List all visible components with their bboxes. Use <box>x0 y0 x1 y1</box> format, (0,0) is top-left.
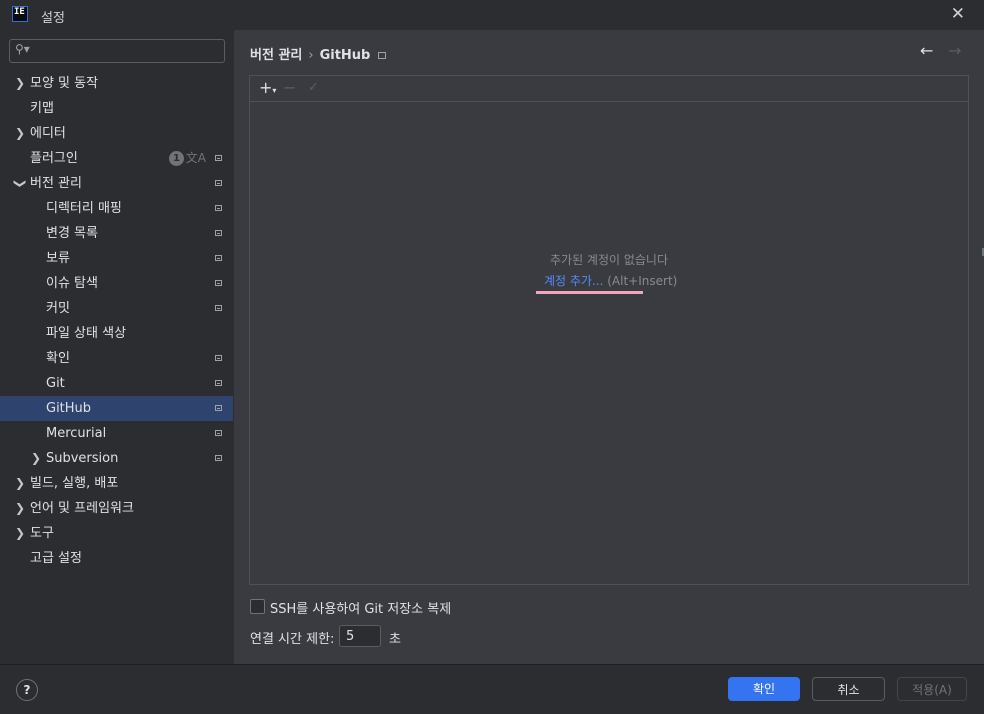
ssh-clone-label[interactable]: SSH를 사용하여 Git 저장소 복제 <box>270 598 451 617</box>
project-settings-icon <box>215 255 222 261</box>
add-account-shortcut: (Alt+Insert) <box>607 274 678 288</box>
sidebar-item-git[interactable]: Git <box>0 371 233 396</box>
dialog-footer: ? 확인 취소 적용(A) <box>0 664 984 714</box>
sidebar-item-issue-navigation[interactable]: 이슈 탐색 <box>0 271 233 296</box>
project-settings-icon <box>215 405 222 411</box>
project-settings-icon <box>215 180 222 186</box>
sidebar-item-languages-frameworks[interactable]: ❯ 언어 및 프레임워크 <box>0 496 233 521</box>
title-bar: IE 설정 ✕ <box>0 0 984 31</box>
sidebar-item-mercurial[interactable]: Mercurial <box>0 421 233 446</box>
settings-sidebar: ⚲▾ ❯ 모양 및 동작 키맵 ❯ 에디터 플러그인 1 文A ❯ 버전 관리 … <box>0 30 233 664</box>
breadcrumb-parent[interactable]: 버전 관리 <box>250 48 302 63</box>
sidebar-item-build-execution-deployment[interactable]: ❯ 빌드, 실행, 배포 <box>0 471 233 496</box>
cancel-button[interactable]: 취소 <box>812 677 885 701</box>
project-settings-icon <box>215 455 222 461</box>
chevron-right-icon: ❯ <box>15 501 26 515</box>
sidebar-item-version-control[interactable]: ❯ 버전 관리 <box>0 171 233 196</box>
chevron-right-icon: ❯ <box>15 476 26 490</box>
close-icon[interactable]: ✕ <box>951 4 965 24</box>
sidebar-item-github[interactable]: GitHub <box>0 396 233 421</box>
set-default-check-icon[interactable]: ✓ <box>308 80 319 95</box>
project-settings-icon <box>215 205 222 211</box>
project-settings-icon <box>215 430 222 436</box>
help-button[interactable]: ? <box>16 679 38 701</box>
project-settings-icon <box>215 305 222 311</box>
project-settings-icon <box>215 230 222 236</box>
sidebar-item-plugins[interactable]: 플러그인 1 文A <box>0 146 233 171</box>
ok-button[interactable]: 확인 <box>728 677 800 701</box>
sidebar-item-confirmation[interactable]: 확인 <box>0 346 233 371</box>
timeout-unit-label: 초 <box>389 632 401 647</box>
apply-button[interactable]: 적용(A) <box>897 677 967 701</box>
project-settings-icon <box>215 355 222 361</box>
sidebar-item-appearance[interactable]: ❯ 모양 및 동작 <box>0 71 233 96</box>
sidebar-item-changelists[interactable]: 변경 목록 <box>0 221 233 246</box>
forward-arrow-icon[interactable]: → <box>948 41 961 60</box>
connection-timeout-label: 연결 시간 제한: <box>250 632 335 647</box>
chevron-down-icon: ❯ <box>13 178 28 189</box>
project-settings-icon <box>215 155 222 161</box>
breadcrumb-separator: › <box>308 48 314 63</box>
chevron-right-icon: ❯ <box>31 451 42 465</box>
project-settings-icon <box>378 52 387 59</box>
back-arrow-icon[interactable]: ← <box>920 41 933 60</box>
link-highlight-underline <box>536 291 643 294</box>
sidebar-item-tools[interactable]: ❯ 도구 <box>0 521 233 546</box>
sidebar-item-commit[interactable]: 커밋 <box>0 296 233 321</box>
window-title: 설정 <box>41 11 65 26</box>
chevron-right-icon: ❯ <box>15 126 26 140</box>
empty-accounts-text: 추가된 계정이 없습니다 <box>549 253 669 267</box>
add-account-link-label[interactable]: 계정 추가... <box>544 274 603 288</box>
add-account-link[interactable]: 계정 추가... (Alt+Insert) <box>544 272 677 289</box>
sidebar-item-editor[interactable]: ❯ 에디터 <box>0 121 233 146</box>
update-count-badge: 1 <box>169 151 184 166</box>
chevron-right-icon: ❯ <box>15 526 26 540</box>
sidebar-item-subversion[interactable]: ❯ Subversion <box>0 446 233 471</box>
project-settings-icon <box>215 280 222 286</box>
breadcrumb-current: GitHub <box>319 48 371 63</box>
sidebar-item-shelf[interactable]: 보류 <box>0 246 233 271</box>
accounts-panel: +▾ − ✓ 추가된 계정이 없습니다 계정 추가... (Alt+Insert… <box>249 75 969 585</box>
sidebar-item-keymap[interactable]: 키맵 <box>0 96 233 121</box>
sidebar-item-directory-mappings[interactable]: 디렉터리 매핑 <box>0 196 233 221</box>
connection-timeout-input[interactable]: 5 <box>339 625 381 647</box>
accounts-toolbar: +▾ − ✓ <box>250 76 968 102</box>
add-account-icon[interactable]: +▾ <box>259 78 276 97</box>
chevron-right-icon: ❯ <box>15 76 26 90</box>
settings-search-input[interactable]: ⚲▾ <box>9 39 225 63</box>
sidebar-item-file-status-colors[interactable]: 파일 상태 색상 <box>0 321 233 346</box>
sidebar-item-advanced-settings[interactable]: 고급 설정 <box>0 546 233 571</box>
project-settings-icon <box>215 380 222 386</box>
breadcrumb: 버전 관리 › GitHub <box>250 44 387 63</box>
remove-account-icon[interactable]: − <box>283 78 296 97</box>
ssh-clone-checkbox[interactable] <box>250 599 265 614</box>
app-logo-icon: IE <box>12 6 28 22</box>
settings-content: 버전 관리 › GitHub ← → +▾ − ✓ 추가된 계정이 없습니다 계정 … <box>234 30 984 664</box>
search-icon: ⚲▾ <box>15 42 30 56</box>
translate-icon: 文A <box>185 151 206 165</box>
